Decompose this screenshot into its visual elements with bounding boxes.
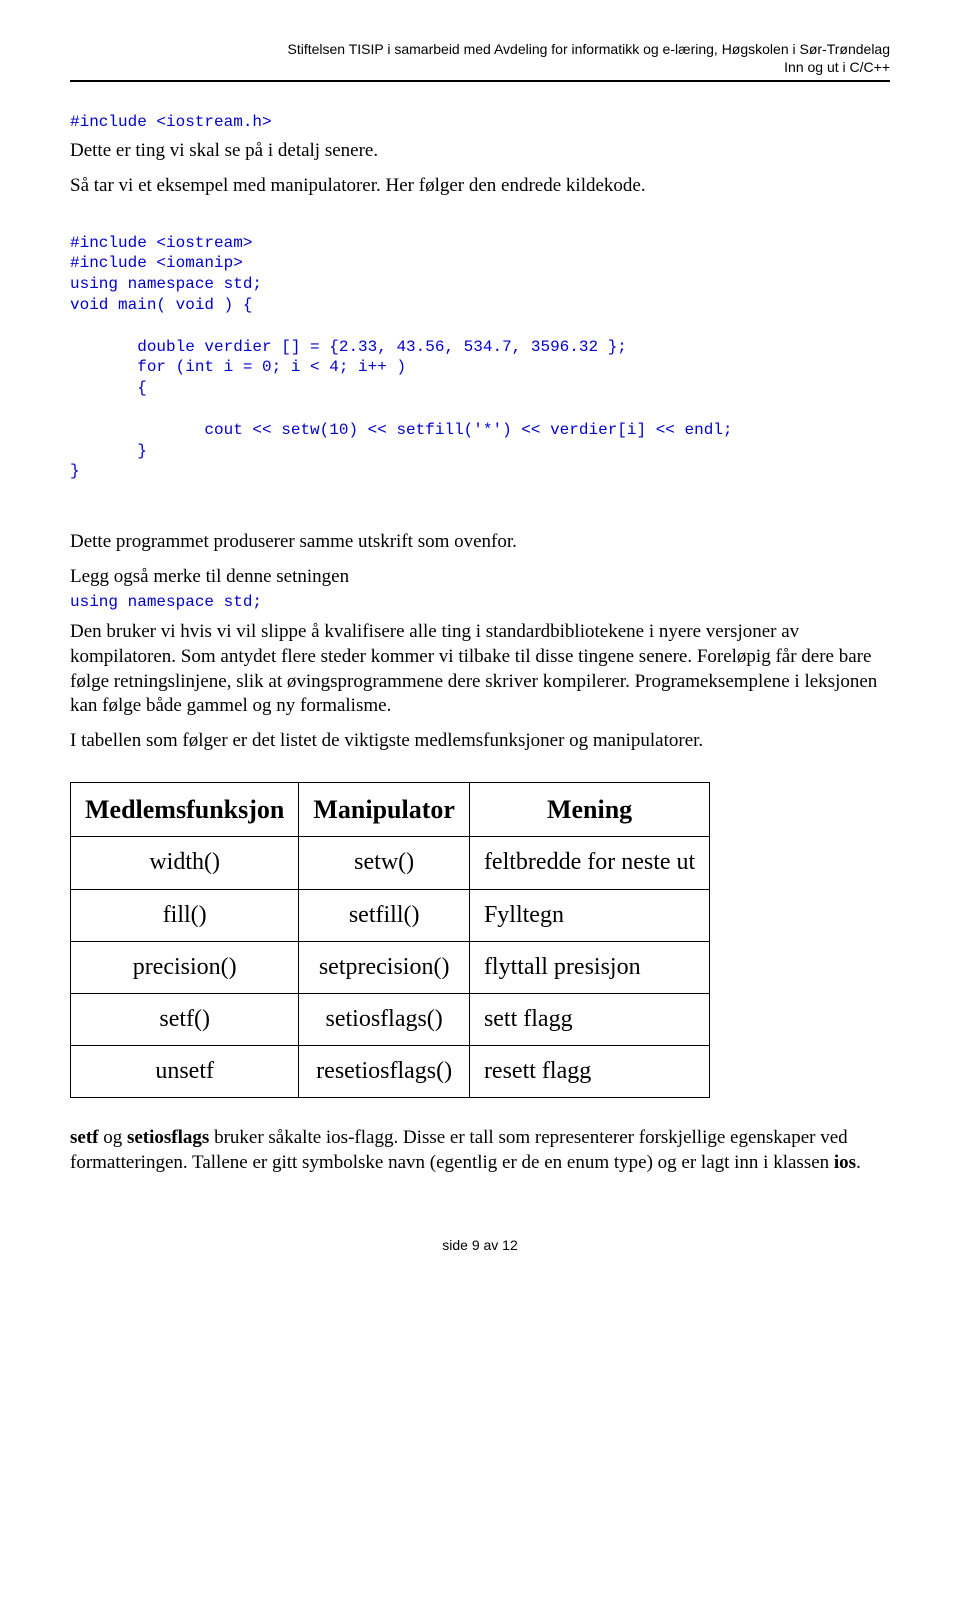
cell: setiosflags() — [299, 993, 470, 1045]
paragraph: I tabellen som følger er det listet de v… — [70, 729, 890, 754]
cell: resetiosflags() — [299, 1046, 470, 1098]
paragraph: Den bruker vi hvis vi vil slippe å kvali… — [70, 620, 890, 719]
cell: resett flagg — [469, 1046, 709, 1098]
cell: flyttall presisjon — [469, 941, 709, 993]
th-mening: Mening — [469, 782, 709, 837]
paragraph: setf og setiosflags bruker såkalte ios-f… — [70, 1126, 890, 1175]
paragraph: Dette programmet produserer samme utskri… — [70, 530, 890, 555]
paragraph: Så tar vi et eksempel med manipulatorer.… — [70, 174, 890, 199]
code-block-main: #include <iostream> #include <iomanip> u… — [70, 233, 890, 483]
paragraph: Legg også merke til denne setningen usin… — [70, 565, 890, 614]
functions-table: Medlemsfunksjon Manipulator Mening width… — [70, 782, 710, 1099]
cell: precision() — [71, 941, 299, 993]
cell: width() — [71, 837, 299, 889]
th-manipulator: Manipulator — [299, 782, 470, 837]
table-row: width() setw() feltbredde for neste ut — [71, 837, 710, 889]
bold-text: setiosflags — [127, 1127, 209, 1148]
bold-text: ios — [834, 1152, 856, 1173]
page-header: Stiftelsen TISIP i samarbeid med Avdelin… — [70, 40, 890, 76]
table-row: fill() setfill() Fylltegn — [71, 889, 710, 941]
cell: sett flagg — [469, 993, 709, 1045]
text: Legg også merke til denne setningen — [70, 566, 349, 587]
cell: setprecision() — [299, 941, 470, 993]
cell: feltbredde for neste ut — [469, 837, 709, 889]
page-footer: side 9 av 12 — [70, 1236, 890, 1254]
cell: unsetf — [71, 1046, 299, 1098]
cell: setfill() — [299, 889, 470, 941]
cell: fill() — [71, 889, 299, 941]
paragraph: Dette er ting vi skal se på i detalj sen… — [70, 139, 890, 164]
table-header-row: Medlemsfunksjon Manipulator Mening — [71, 782, 710, 837]
text: . — [856, 1152, 861, 1173]
header-affiliation: Stiftelsen TISIP i samarbeid med Avdelin… — [70, 40, 890, 58]
th-medlemsfunksjon: Medlemsfunksjon — [71, 782, 299, 837]
cell: Fylltegn — [469, 889, 709, 941]
header-title: Inn og ut i C/C++ — [70, 58, 890, 76]
code-inline-using-namespace: using namespace std; — [70, 593, 262, 611]
bold-text: setf — [70, 1127, 98, 1148]
table-row: precision() setprecision() flyttall pres… — [71, 941, 710, 993]
table-row: unsetf resetiosflags() resett flagg — [71, 1046, 710, 1098]
text: og — [98, 1127, 127, 1148]
code-include-old: #include <iostream.h> — [70, 112, 890, 133]
cell: setf() — [71, 993, 299, 1045]
header-rule — [70, 80, 890, 82]
cell: setw() — [299, 837, 470, 889]
table-row: setf() setiosflags() sett flagg — [71, 993, 710, 1045]
